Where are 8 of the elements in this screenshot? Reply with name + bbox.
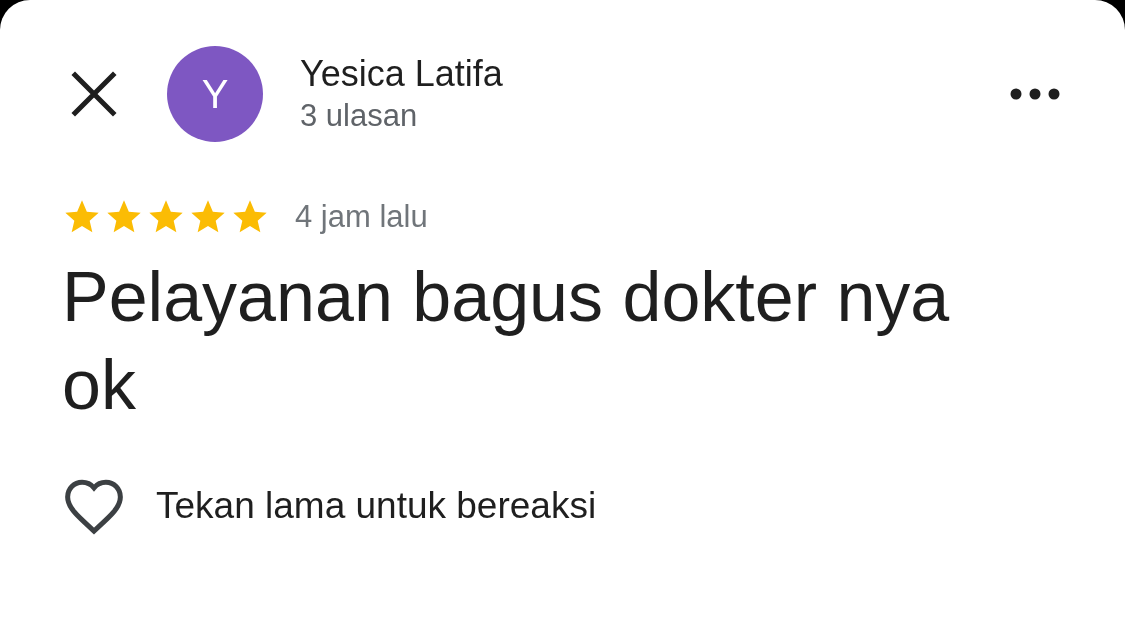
reviewer-name: Yesica Latifa [300,52,503,96]
reaction-hint: Tekan lama untuk bereaksi [156,483,597,528]
avatar: Y [167,46,263,142]
close-icon [71,71,117,117]
review-time: 4 jam lalu [295,198,428,236]
review-count: 3 ulasan [300,97,419,135]
review-text: Pelayanan bagus dokter nya ok [62,256,951,426]
more-icon [1010,88,1060,100]
